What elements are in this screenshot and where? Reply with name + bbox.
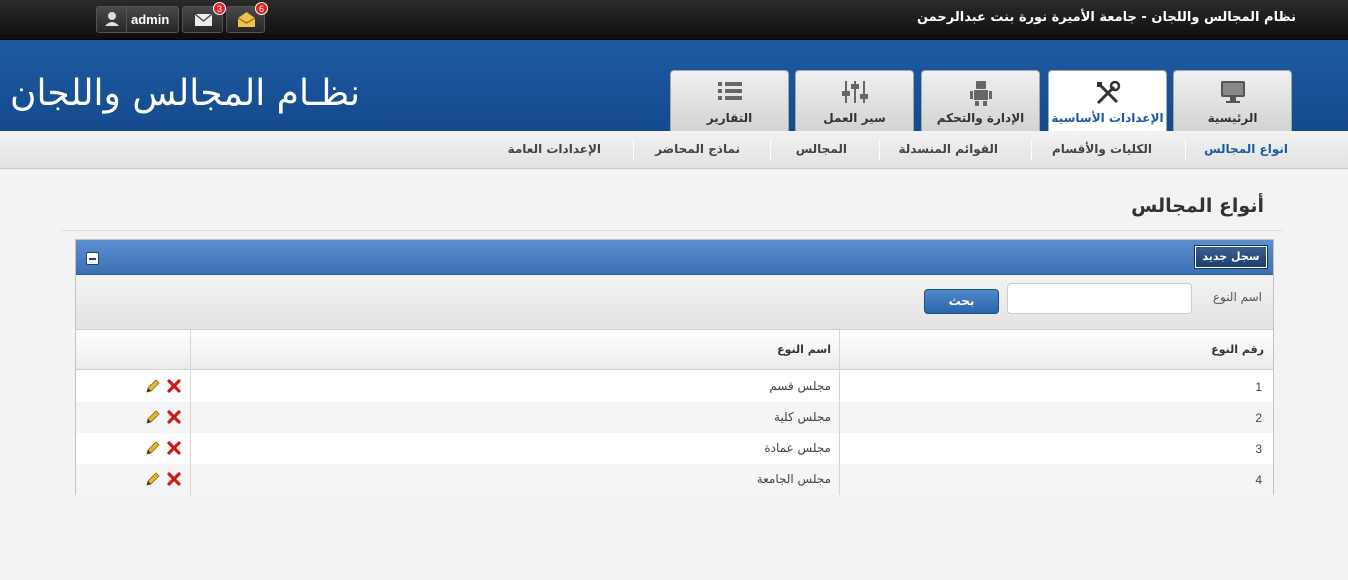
envelope-icon	[183, 13, 224, 35]
search-label: اسم النوع	[1212, 290, 1262, 304]
app-header: نظـام المجالس واللجان الرئيسية الإعدادات…	[0, 40, 1348, 131]
robot-icon	[969, 79, 993, 110]
table-row: 1 مجلس قسم	[76, 371, 1273, 402]
tab-reports-label: التقارير	[706, 111, 753, 125]
monitor-icon	[1219, 79, 1247, 108]
user-name: admin	[131, 12, 170, 27]
type-number: 1	[1255, 380, 1262, 394]
type-name: مجلس الجامعة	[756, 472, 831, 486]
type-number: 2	[1255, 411, 1262, 425]
list-icon	[716, 79, 744, 106]
panel-header: سجل جديد	[76, 240, 1273, 275]
messages-button[interactable]: 3	[182, 2, 226, 35]
table-row: 4 مجلس الجامعة	[76, 464, 1273, 495]
subnav-council-types[interactable]: انواع المجالس	[1204, 142, 1288, 156]
column-divider	[839, 330, 840, 495]
type-name: مجلس عمادة	[764, 441, 831, 455]
type-name: مجلس كلية	[774, 410, 831, 424]
type-name-search-input[interactable]	[1007, 283, 1192, 314]
subnav-divider	[1185, 139, 1186, 161]
edit-pencil-icon[interactable]	[145, 440, 161, 456]
subnav-divider	[1031, 139, 1032, 161]
table-row: 3 مجلس عمادة	[76, 433, 1273, 464]
table-header: رقم النوع اسم النوع	[76, 330, 1273, 370]
tab-administration[interactable]: الإدارة والتحكم	[921, 70, 1040, 131]
edit-pencil-icon[interactable]	[145, 409, 161, 425]
tools-icon	[1094, 79, 1122, 110]
site-title: نظام المجالس واللجان - جامعة الأميرة نور…	[916, 10, 1296, 25]
page-title: أنواع المجالس	[1131, 195, 1264, 217]
user-menu-button[interactable]: admin	[96, 6, 179, 33]
column-header-number: رقم النوع	[1211, 343, 1264, 356]
delete-x-icon[interactable]	[167, 472, 181, 486]
column-divider	[190, 330, 191, 495]
subnav-divider	[770, 139, 771, 161]
table-row: 2 مجلس كلية	[76, 402, 1273, 433]
collapse-icon[interactable]	[86, 252, 99, 265]
search-button[interactable]: بحث	[924, 289, 999, 314]
user-icon	[97, 7, 127, 32]
type-number: 3	[1255, 442, 1262, 456]
council-types-panel: سجل جديد اسم النوع بحث رقم النوع اسم الن…	[75, 239, 1274, 495]
subnav-general-settings[interactable]: الإعدادات العامة	[508, 142, 601, 156]
notifications-button[interactable]: 6	[226, 2, 268, 35]
subnav-divider	[879, 139, 880, 161]
tab-workflow-label: سير العمل	[823, 111, 886, 125]
sliders-icon	[841, 79, 869, 108]
title-divider	[62, 230, 1282, 231]
top-bar: admin 3 6 نظام المجالس واللجان - جامعة ا…	[0, 0, 1348, 40]
subnav-dropdown-lists[interactable]: القوائم المنسدلة	[899, 142, 998, 156]
messages-badge: 3	[213, 2, 226, 15]
subnav-colleges-departments[interactable]: الكليات والأقسام	[1052, 142, 1152, 156]
new-record-button[interactable]: سجل جديد	[1194, 245, 1268, 269]
tab-home-label: الرئيسية	[1207, 111, 1258, 125]
subnav-councils[interactable]: المجالس	[796, 142, 847, 156]
tab-basic-settings-label: الإعدادات الأساسية	[1051, 111, 1164, 125]
tab-home[interactable]: الرئيسية	[1173, 70, 1292, 131]
type-number: 4	[1255, 473, 1262, 487]
delete-x-icon[interactable]	[167, 410, 181, 424]
tab-reports[interactable]: التقارير	[670, 70, 789, 131]
tab-administration-label: الإدارة والتحكم	[936, 111, 1025, 125]
type-name: مجلس قسم	[769, 379, 831, 393]
delete-x-icon[interactable]	[167, 441, 181, 455]
tab-basic-settings[interactable]: الإعدادات الأساسية	[1048, 70, 1167, 131]
open-envelope-icon	[227, 12, 266, 35]
sub-navigation: انواع المجالس الكليات والأقسام القوائم ا…	[0, 131, 1348, 169]
delete-x-icon[interactable]	[167, 379, 181, 393]
subnav-divider	[633, 139, 634, 161]
edit-pencil-icon[interactable]	[145, 378, 161, 394]
notifications-badge: 6	[255, 2, 268, 15]
search-bar: اسم النوع بحث	[76, 275, 1273, 330]
app-title: نظـام المجالس واللجان	[10, 73, 361, 114]
column-header-name: اسم النوع	[777, 343, 831, 356]
subnav-minutes-templates[interactable]: نماذج المحاضر	[655, 142, 740, 156]
edit-pencil-icon[interactable]	[145, 471, 161, 487]
tab-workflow[interactable]: سير العمل	[795, 70, 914, 131]
